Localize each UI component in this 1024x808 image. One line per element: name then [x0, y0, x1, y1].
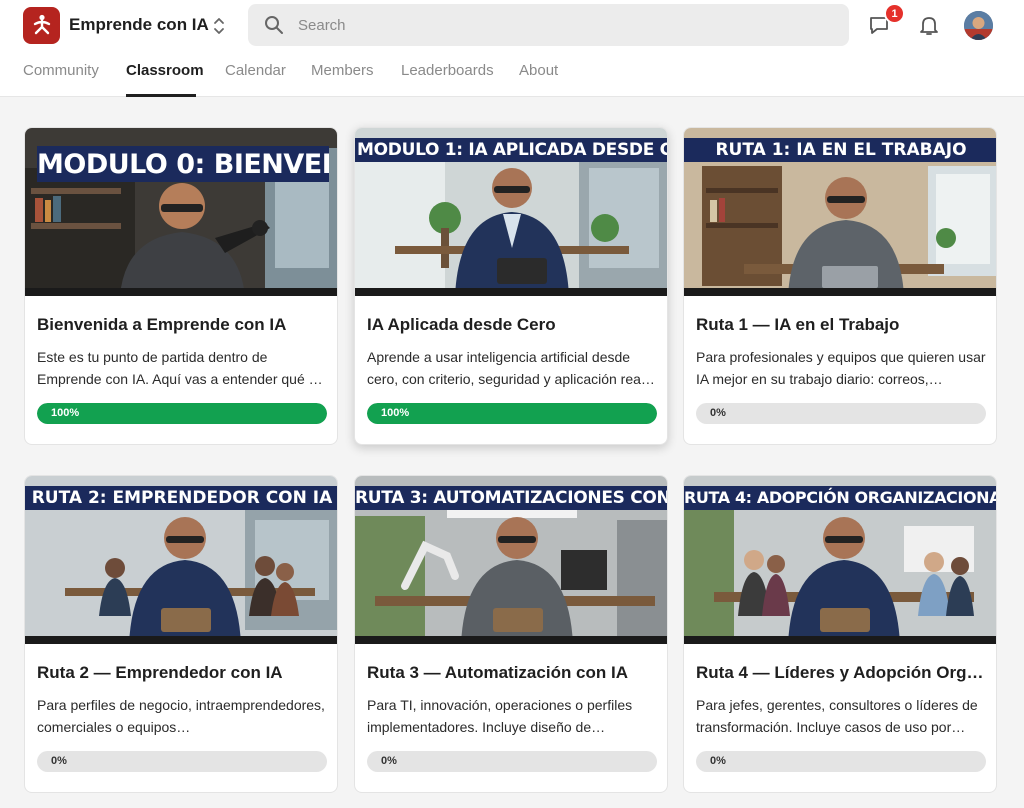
community-brand[interactable]: Emprende con IA [23, 6, 209, 44]
progress-label: 0% [710, 755, 726, 767]
tab-about[interactable]: About [519, 62, 579, 97]
course-banner: MODULO 1: IA APLICADA DESDE CERO [357, 140, 667, 160]
brand-name: Emprende con IA [69, 15, 209, 34]
course-card[interactable]: RUTA 3: AUTOMATIZACIONES CON IA Ruta 3 —… [354, 475, 668, 793]
course-banner: MODULO 0: BIENVENIDA [37, 149, 329, 180]
tab-leaderboards[interactable]: Leaderboards [401, 62, 519, 97]
course-progress-bar: 0% [367, 751, 657, 772]
progress-label: 0% [381, 755, 397, 767]
course-description: Para perfiles de negocio, intraemprended… [37, 697, 325, 735]
logo-icon [23, 6, 60, 44]
bell-icon[interactable] [916, 12, 942, 38]
search-bar[interactable] [248, 4, 849, 46]
chevron-up-down-icon[interactable] [209, 14, 229, 38]
course-description: Para jefes, gerentes, consultores o líde… [696, 697, 978, 735]
progress-label: 0% [710, 407, 726, 419]
course-progress-bar: 0% [696, 751, 986, 772]
course-progress-bar: 100% [37, 403, 327, 424]
course-title: Ruta 4 — Líderes y Adopción Orga… [696, 663, 986, 682]
tab-community[interactable]: Community [23, 62, 126, 97]
logo-mark [33, 14, 50, 35]
search-icon [265, 16, 283, 34]
progress-label: 100% [51, 407, 80, 419]
course-description: Aprende a usar inteligencia artificial d… [367, 349, 655, 387]
course-title: Ruta 1 — IA en el Trabajo [696, 315, 900, 334]
progress-label: 0% [51, 755, 67, 767]
course-banner: RUTA 3: AUTOMATIZACIONES CON IA [355, 488, 668, 508]
course-thumbnail: RUTA 2: EMPRENDEDOR CON IA [25, 476, 337, 644]
course-description: Para TI, innovación, operaciones o perfi… [367, 697, 633, 735]
progress-fill [367, 403, 657, 424]
progress-fill [37, 403, 327, 424]
course-title: IA Aplicada desde Cero [367, 315, 556, 334]
main-tabs: Community Classroom Calendar Members Lea… [23, 62, 579, 97]
course-title: Bienvenida a Emprende con IA [37, 315, 287, 334]
course-banner: RUTA 2: EMPRENDEDOR CON IA [31, 488, 333, 508]
course-progress-bar: 0% [37, 751, 327, 772]
course-description: Para profesionales y equipos que quieren… [696, 349, 986, 387]
course-progress-bar: 0% [696, 403, 986, 424]
course-banner: RUTA 4: ADOPCIÓN ORGANIZACIONAL [684, 488, 997, 507]
course-thumbnail: MODULO 1: IA APLICADA DESDE CERO [355, 128, 667, 296]
course-title: Ruta 3 — Automatización con IA [367, 663, 629, 682]
tab-members[interactable]: Members [311, 62, 401, 97]
course-progress-bar: 100% [367, 403, 657, 424]
course-thumbnail: RUTA 1: IA EN EL TRABAJO [684, 128, 996, 296]
course-card[interactable]: RUTA 2: EMPRENDEDOR CON IA Ruta 2 — Empr… [24, 475, 338, 793]
chat-notification-badge: 1 [884, 3, 905, 24]
course-title: Ruta 2 — Emprendedor con IA [37, 663, 283, 682]
course-thumbnail: MODULO 0: BIENVENIDA [25, 128, 337, 296]
avatar[interactable] [964, 11, 993, 40]
tab-calendar[interactable]: Calendar [225, 62, 311, 97]
course-description: Este es tu punto de partida dentro de Em… [37, 349, 323, 387]
search-input[interactable] [298, 16, 818, 34]
course-thumbnail: RUTA 4: ADOPCIÓN ORGANIZACIONAL [684, 476, 997, 644]
tab-classroom[interactable]: Classroom [126, 62, 204, 97]
progress-label: 100% [381, 407, 410, 419]
course-thumbnail: RUTA 3: AUTOMATIZACIONES CON IA [355, 476, 668, 644]
top-navigation-bar: Emprende con IA 1 Community Classroom Ca… [0, 0, 1024, 97]
course-card[interactable]: RUTA 4: ADOPCIÓN ORGANIZACIONAL Ruta 4 —… [683, 475, 997, 793]
course-card[interactable]: MODULO 1: IA APLICADA DESDE CERO IA Apli… [354, 127, 668, 445]
course-card[interactable]: RUTA 1: IA EN EL TRABAJO Ruta 1 — IA en … [683, 127, 997, 445]
course-card[interactable]: MODULO 0: BIENVENIDA Bienvenida a Empren… [24, 127, 338, 445]
course-banner: RUTA 1: IA EN EL TRABAJO [715, 140, 967, 160]
